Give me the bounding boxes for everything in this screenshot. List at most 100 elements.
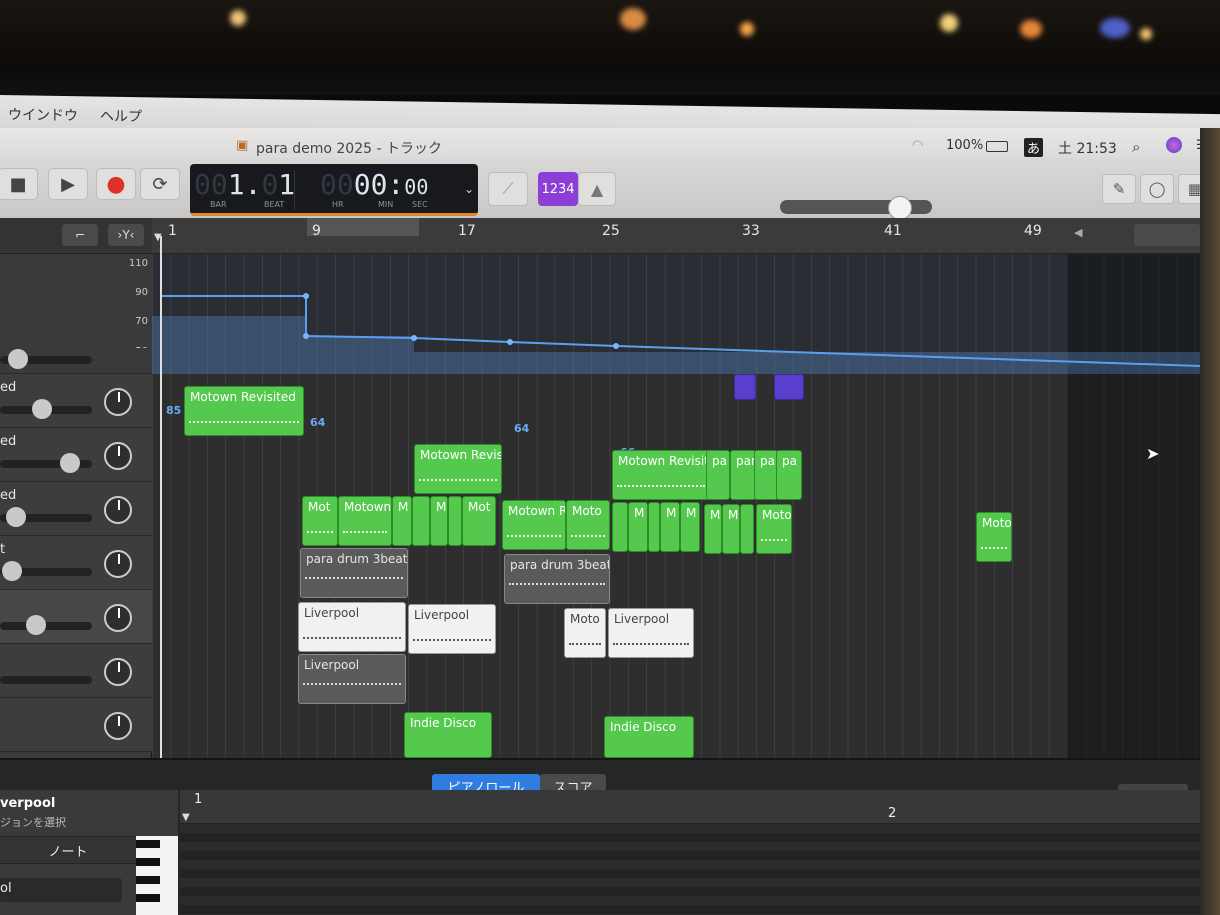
midi-region[interactable]: Motown Revisited (184, 386, 304, 436)
automation-toggle-button[interactable]: ⌐ (62, 224, 98, 246)
midi-region[interactable]: M (680, 502, 700, 552)
midi-region[interactable] (740, 504, 754, 554)
loop-browser-button[interactable]: ◯ (1140, 174, 1174, 204)
black-key[interactable] (136, 876, 160, 884)
track-header-0[interactable] (0, 348, 152, 374)
pan-knob[interactable] (104, 496, 132, 524)
midi-region[interactable] (448, 496, 462, 546)
pan-knob[interactable] (104, 712, 132, 740)
pan-knob[interactable] (104, 658, 132, 686)
midi-region[interactable]: Indie Disco (404, 712, 492, 758)
volume-knob[interactable] (26, 615, 46, 635)
audio-region[interactable]: Liverpool (408, 604, 496, 654)
tempo-point[interactable] (411, 335, 417, 341)
midi-region[interactable]: Moto (976, 512, 1012, 562)
master-volume-knob[interactable] (888, 196, 912, 220)
menu-item-window[interactable]: ウインドウ (8, 104, 78, 125)
tempo-curve[interactable] (152, 254, 1200, 374)
audio-region[interactable]: Liverpool (298, 602, 406, 652)
midi-region[interactable]: Motown Revisi (414, 444, 502, 494)
record-button[interactable]: ● (96, 168, 136, 200)
volume-knob[interactable] (60, 453, 80, 473)
editor-ruler[interactable]: 1 2 ▼ (180, 790, 1200, 824)
midi-region[interactable] (648, 502, 660, 552)
midi-region[interactable]: M (660, 502, 680, 552)
piano-roll-grid[interactable] (180, 824, 1200, 915)
midi-region[interactable]: M (704, 504, 722, 554)
midi-region[interactable]: M (392, 496, 412, 546)
black-key[interactable] (136, 858, 160, 866)
track-header-1[interactable]: ed (0, 374, 152, 428)
midi-region[interactable] (774, 374, 804, 400)
pan-knob[interactable] (104, 604, 132, 632)
metronome-button[interactable]: ▲ (578, 172, 616, 206)
tempo-point[interactable] (303, 293, 309, 299)
cycle-button[interactable]: ⟳ (140, 168, 180, 200)
audio-region[interactable]: Liverpool (298, 654, 406, 704)
midi-region[interactable]: pa (706, 450, 730, 500)
lcd-mode-chevron-icon[interactable]: ⌄ (464, 182, 474, 196)
search-icon[interactable]: ⌕ (1132, 138, 1140, 156)
pan-knob[interactable] (104, 550, 132, 578)
editor-field[interactable]: ol (0, 878, 122, 902)
volume-knob[interactable] (32, 399, 52, 419)
volume-knob[interactable] (2, 561, 22, 581)
midi-region[interactable]: pa (754, 450, 778, 500)
black-key[interactable] (136, 894, 160, 902)
zoom-slider[interactable] (1134, 224, 1200, 246)
tempo-point[interactable] (613, 343, 619, 349)
track-header-6[interactable] (0, 644, 152, 698)
track-header-3[interactable]: ed (0, 482, 152, 536)
editor-playhead-icon[interactable]: ▼ (182, 812, 190, 823)
midi-region[interactable]: Indie Disco (604, 716, 694, 758)
tempo-point[interactable] (507, 339, 513, 345)
playhead[interactable] (160, 236, 162, 758)
notepad-button[interactable]: ✎ (1102, 174, 1136, 204)
project-end-marker-icon[interactable]: ◀ (1074, 226, 1082, 239)
midi-region[interactable] (734, 374, 756, 400)
note-section-header[interactable]: ノート (0, 836, 136, 864)
midi-region[interactable]: Mot (302, 496, 338, 546)
midi-region[interactable]: pa (776, 450, 802, 500)
catch-button[interactable]: ›Y‹ (108, 224, 144, 246)
midi-region[interactable]: Motown (338, 496, 392, 546)
midi-region[interactable]: Motown R (502, 500, 566, 550)
black-key[interactable] (136, 840, 160, 848)
midi-region[interactable]: M (430, 496, 448, 546)
audio-region[interactable]: para drum 3beat. (300, 548, 408, 598)
volume-slider[interactable] (0, 622, 92, 630)
track-header-2[interactable]: ed (0, 428, 152, 482)
tempo-point[interactable] (303, 333, 309, 339)
midi-region[interactable]: par (730, 450, 756, 500)
audio-region[interactable]: Moto (564, 608, 606, 658)
input-method-indicator[interactable]: あ (1024, 138, 1044, 157)
track-header-4[interactable]: t (0, 536, 152, 590)
track-header-5[interactable] (0, 590, 152, 644)
cycle-region[interactable] (307, 218, 419, 236)
volume-slider[interactable] (0, 676, 92, 684)
midi-region[interactable] (612, 502, 628, 552)
pan-knob[interactable] (104, 442, 132, 470)
midi-region[interactable]: M (628, 502, 648, 552)
piano-keyboard[interactable] (136, 836, 178, 915)
siri-icon[interactable] (1166, 137, 1182, 153)
count-in-button[interactable]: 1234 (538, 172, 578, 206)
lcd-display[interactable]: 001.01 BAR BEAT 0000:00 HR MIN SEC ⌄ (190, 164, 478, 216)
pan-knob[interactable] (104, 388, 132, 416)
midi-region[interactable]: Moto (566, 500, 610, 550)
midi-region[interactable]: Motown Revisite (612, 450, 710, 500)
audio-region[interactable]: para drum 3beat. (504, 554, 610, 604)
menu-item-help[interactable]: ヘルプ (100, 106, 142, 127)
play-button[interactable]: ▶ (48, 168, 88, 200)
track-header-7[interactable] (0, 698, 152, 752)
midi-region[interactable]: Mot (462, 496, 496, 546)
clock[interactable]: 土 21:53 (1058, 138, 1117, 158)
volume-knob[interactable] (8, 349, 28, 369)
ruler[interactable]: 1 9 17 25 33 41 49 ◀ (152, 218, 1200, 254)
arrangement-area[interactable]: 1 9 17 25 33 41 49 ◀ 85 64 64 ➤ ▼ Motown… (152, 218, 1200, 758)
playhead-marker-icon[interactable]: ▼ (154, 232, 162, 243)
midi-region[interactable]: M (722, 504, 740, 554)
audio-region[interactable]: Liverpool (608, 608, 694, 658)
midi-region[interactable] (412, 496, 430, 546)
stop-button[interactable]: ■ (0, 168, 38, 200)
